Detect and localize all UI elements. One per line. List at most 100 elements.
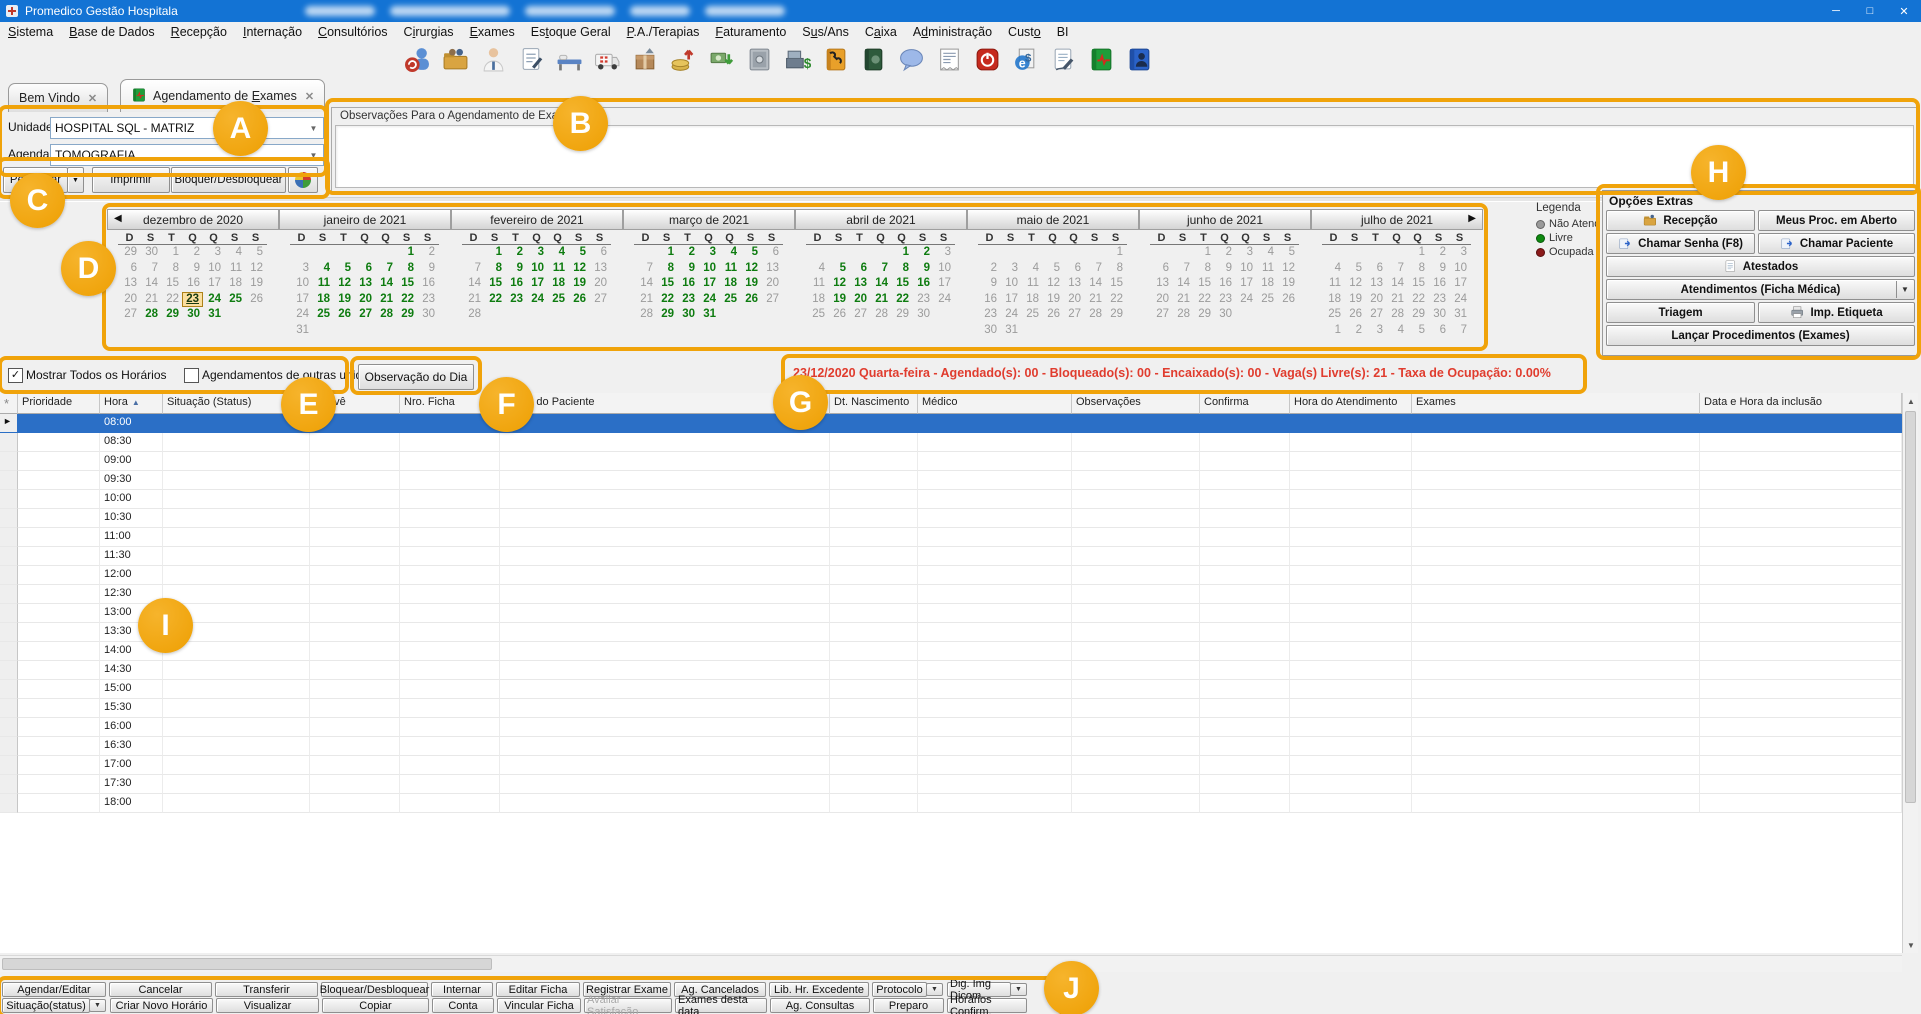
calendar-day[interactable]: 28 <box>1172 307 1193 323</box>
payments-down-icon[interactable] <box>706 44 736 74</box>
horizontal-scrollbar[interactable] <box>0 955 1902 972</box>
action-button-agendar-editar[interactable]: Agendar/Editar <box>2 982 106 997</box>
empty-cell[interactable] <box>310 737 400 756</box>
empty-cell[interactable] <box>1700 566 1902 585</box>
empty-cell[interactable] <box>400 718 500 737</box>
calendar-day[interactable]: 23 <box>505 292 526 308</box>
calendar-day[interactable]: 1 <box>1105 245 1126 261</box>
empty-cell[interactable] <box>918 604 1072 623</box>
calendar-day[interactable]: 28 <box>1386 307 1407 323</box>
calendar-day[interactable]: 6 <box>849 261 870 277</box>
row-indicator[interactable] <box>0 680 18 699</box>
row-indicator[interactable] <box>0 452 18 471</box>
calendar-day[interactable]: 2 <box>505 245 526 261</box>
empty-cell[interactable] <box>1072 604 1200 623</box>
vertical-scroll-thumb[interactable] <box>1905 411 1916 803</box>
maximize-button[interactable]: □ <box>1853 0 1887 22</box>
calendar-day[interactable]: 28 <box>635 307 656 323</box>
empty-cell[interactable] <box>1200 661 1290 680</box>
calendar-day[interactable]: 8 <box>1105 261 1126 277</box>
empty-cell[interactable] <box>310 718 400 737</box>
calendar-day[interactable]: 16 <box>979 292 1000 308</box>
column-header-prioridade[interactable]: Prioridade <box>18 393 100 414</box>
empty-cell[interactable] <box>500 433 830 452</box>
empty-cell[interactable] <box>830 509 918 528</box>
calendar-day[interactable]: 9 <box>912 261 933 277</box>
extras-button-atendimentos-ficha-m-dica-[interactable]: Atendimentos (Ficha Médica) ▼ <box>1606 279 1915 300</box>
calendar-day[interactable]: 9 <box>1214 261 1235 277</box>
calendar-day[interactable]: 26 <box>828 307 849 323</box>
tab-bem-vindo[interactable]: Bem Vindo ✕ <box>8 83 109 112</box>
calendar-day[interactable]: 5 <box>1344 261 1365 277</box>
calendar-day[interactable]: 9 <box>505 261 526 277</box>
calendar-day[interactable]: 6 <box>1428 323 1449 339</box>
time-cell[interactable]: 17:30 <box>100 775 163 794</box>
calendar-day-selected[interactable]: 23 <box>182 291 203 307</box>
calendar-day[interactable]: 3 <box>698 245 719 261</box>
column-header-observa-es[interactable]: Observações <box>1072 393 1200 414</box>
calendar-day[interactable]: 30 <box>979 323 1000 339</box>
calendar-day[interactable]: 6 <box>589 245 610 261</box>
empty-cell[interactable] <box>1412 414 1700 433</box>
calendar-day[interactable]: 18 <box>547 276 568 292</box>
empty-cell[interactable] <box>1200 680 1290 699</box>
menu-item-sistema[interactable]: Sistema <box>0 22 61 42</box>
schedule-row-1600[interactable]: 16:00 <box>0 718 1902 737</box>
calendar-day[interactable]: 12 <box>568 261 589 277</box>
empty-cell[interactable] <box>500 737 830 756</box>
calendar-day[interactable]: 10 <box>291 276 312 292</box>
empty-cell[interactable] <box>310 433 400 452</box>
calendar-day[interactable]: 22 <box>1105 292 1126 308</box>
e-billing-icon[interactable]: e $ <box>1010 44 1040 74</box>
empty-cell[interactable] <box>1072 623 1200 642</box>
empty-cell[interactable] <box>400 490 500 509</box>
calendar-prev-icon[interactable]: ◀ <box>114 213 122 224</box>
empty-cell[interactable] <box>830 737 918 756</box>
extras-button-lan-ar-procedimentos-exames-[interactable]: Lançar Procedimentos (Exames) <box>1606 325 1915 346</box>
empty-cell[interactable] <box>1290 414 1412 433</box>
empty-cell[interactable] <box>310 661 400 680</box>
calendar-day[interactable]: 8 <box>891 261 912 277</box>
empty-cell[interactable] <box>400 642 500 661</box>
empty-cell[interactable] <box>1412 699 1700 718</box>
calendar-day[interactable]: 5 <box>245 245 266 261</box>
empty-cell[interactable] <box>1200 471 1290 490</box>
time-cell[interactable]: 16:30 <box>100 737 163 756</box>
column-header-hora-do-atendimento[interactable]: Hora do Atendimento <box>1290 393 1412 414</box>
empty-cell[interactable] <box>918 433 1072 452</box>
empty-cell[interactable] <box>18 661 100 680</box>
menu-item-exames[interactable]: Exames <box>462 22 523 42</box>
empty-cell[interactable] <box>500 775 830 794</box>
hospital-bed-icon[interactable] <box>554 44 584 74</box>
calendar-day[interactable]: 4 <box>1021 261 1042 277</box>
calendar-day[interactable]: 31 <box>1449 307 1470 323</box>
schedule-row-0830[interactable]: 08:30 <box>0 433 1902 452</box>
calendar-day[interactable]: 18 <box>1256 276 1277 292</box>
row-indicator[interactable] <box>0 623 18 642</box>
empty-cell[interactable] <box>310 680 400 699</box>
empty-cell[interactable] <box>18 680 100 699</box>
empty-cell[interactable] <box>918 775 1072 794</box>
empty-cell[interactable] <box>163 585 310 604</box>
empty-cell[interactable] <box>830 680 918 699</box>
empty-cell[interactable] <box>830 775 918 794</box>
empty-cell[interactable] <box>1072 680 1200 699</box>
empty-cell[interactable] <box>830 547 918 566</box>
calendar-day[interactable]: 1 <box>161 245 182 261</box>
calendar-day[interactable]: 19 <box>740 276 761 292</box>
tab-close-icon[interactable]: ✕ <box>305 90 314 103</box>
empty-cell[interactable] <box>1072 737 1200 756</box>
time-cell[interactable]: 10:30 <box>100 509 163 528</box>
menu-item-cirurgias[interactable]: Cirurgias <box>396 22 462 42</box>
empty-cell[interactable] <box>500 661 830 680</box>
calendar-day[interactable]: 23 <box>979 307 1000 323</box>
schedule-row-1300[interactable]: 13:00 <box>0 604 1902 623</box>
calendar-day[interactable]: 21 <box>1386 292 1407 308</box>
calendar-day[interactable]: 2 <box>912 245 933 261</box>
empty-cell[interactable] <box>400 661 500 680</box>
calendar-day[interactable]: 25 <box>1256 292 1277 308</box>
calendar-day[interactable]: 15 <box>161 276 182 292</box>
row-indicator[interactable] <box>0 433 18 452</box>
empty-cell[interactable] <box>1200 414 1290 433</box>
empty-cell[interactable] <box>500 414 830 433</box>
